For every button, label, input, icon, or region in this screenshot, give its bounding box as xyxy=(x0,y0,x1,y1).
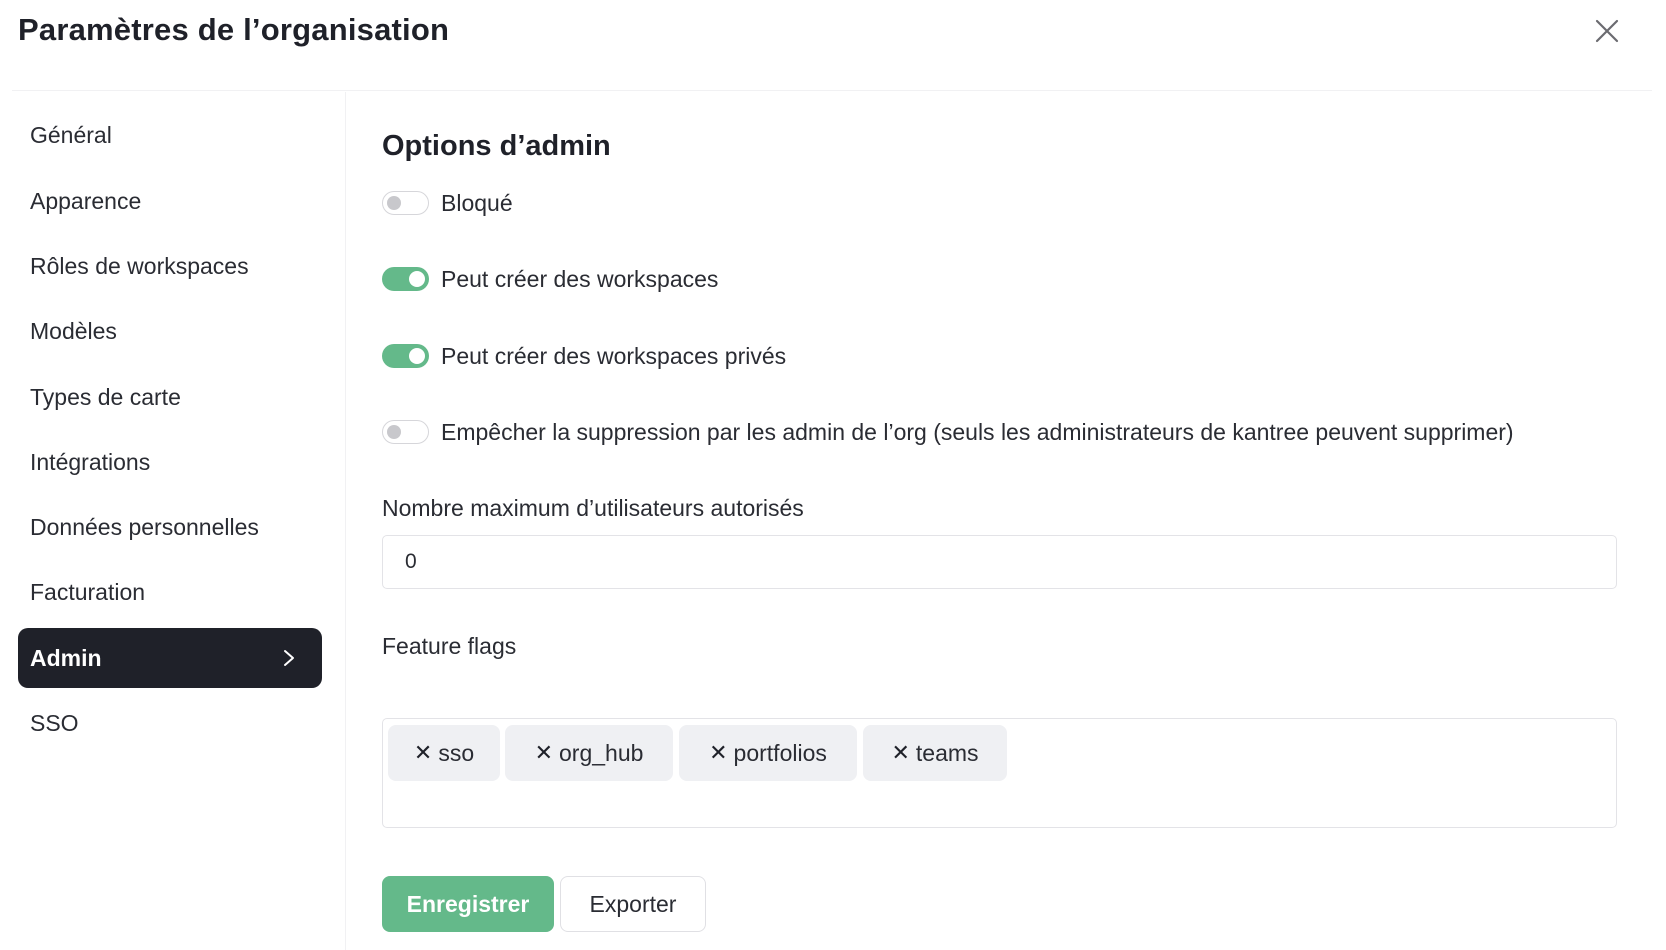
save-button[interactable]: Enregistrer xyxy=(382,876,554,932)
sidebar-item-label: Facturation xyxy=(30,578,146,605)
feature-flags-label: Feature flags xyxy=(382,633,517,659)
chevron-right-icon xyxy=(284,650,294,666)
settings-sidebar: Général Apparence Rôles de workspaces Mo… xyxy=(0,92,346,950)
dialog-title: Paramètres de l’organisation xyxy=(18,12,450,47)
remove-tag-icon[interactable]: ✕ xyxy=(891,740,909,766)
admin-options-panel: Options d’admin Bloqué Peut créer des wo… xyxy=(346,92,1666,950)
can-create-private-workspaces-toggle[interactable] xyxy=(382,344,429,368)
sidebar-item-label: Modèles xyxy=(30,317,117,344)
sidebar-item-sso[interactable]: SSO xyxy=(18,693,322,753)
sidebar-item-label: Admin xyxy=(30,644,102,671)
sidebar-item-label: SSO xyxy=(30,709,79,736)
remove-tag-icon[interactable]: ✕ xyxy=(709,740,727,766)
remove-tag-icon[interactable]: ✕ xyxy=(535,740,553,766)
toggle-label: Peut créer des workspaces xyxy=(441,265,719,292)
sidebar-item-integrations[interactable]: Intégrations xyxy=(18,432,322,492)
sidebar-item-billing[interactable]: Facturation xyxy=(18,562,322,622)
toggle-label: Peut créer des workspaces privés xyxy=(441,342,787,369)
blocked-toggle[interactable] xyxy=(382,191,429,215)
sidebar-item-label: Intégrations xyxy=(30,448,151,475)
tag-label: portfolios xyxy=(733,739,827,766)
max-users-input[interactable] xyxy=(382,535,1617,589)
feature-flag-tag: ✕ portfolios xyxy=(679,725,857,781)
toggle-knob xyxy=(409,271,425,287)
sidebar-item-label: Données personnelles xyxy=(30,513,259,540)
toggle-row-can-create-workspaces: Peut créer des workspaces xyxy=(382,263,718,295)
export-button[interactable]: Exporter xyxy=(560,876,706,932)
max-users-label: Nombre maximum d’utilisateurs autorisés xyxy=(382,495,804,521)
toggle-knob xyxy=(409,348,425,364)
toggle-knob xyxy=(387,425,401,439)
remove-tag-icon[interactable]: ✕ xyxy=(414,740,432,766)
toggle-row-prevent-deletion: Empêcher la suppression par les admin de… xyxy=(382,416,1514,448)
sidebar-item-label: Types de carte xyxy=(30,383,181,410)
header-divider xyxy=(12,90,1652,91)
dialog-header: Paramètres de l’organisation xyxy=(0,0,1666,92)
sidebar-item-appearance[interactable]: Apparence xyxy=(18,171,322,231)
sidebar-item-label: Apparence xyxy=(30,187,142,214)
tag-label: sso xyxy=(438,739,475,766)
sidebar-item-general[interactable]: Général xyxy=(18,105,322,165)
tag-label: org_hub xyxy=(559,739,644,766)
sidebar-item-workspace-roles[interactable]: Rôles de workspaces xyxy=(18,236,322,296)
toggle-row-can-create-private-workspaces: Peut créer des workspaces privés xyxy=(382,340,786,372)
sidebar-item-label: Rôles de workspaces xyxy=(30,252,249,279)
toggle-label: Empêcher la suppression par les admin de… xyxy=(441,418,1514,445)
close-button[interactable] xyxy=(1590,14,1624,48)
section-title: Options d’admin xyxy=(382,130,611,162)
sidebar-item-templates[interactable]: Modèles xyxy=(18,301,322,361)
prevent-deletion-toggle[interactable] xyxy=(382,420,429,444)
sidebar-item-card-types[interactable]: Types de carte xyxy=(18,367,322,427)
feature-flag-tag: ✕ teams xyxy=(863,725,1007,781)
sidebar-item-admin[interactable]: Admin xyxy=(18,628,322,688)
toggle-label: Bloqué xyxy=(441,189,513,216)
feature-flags-input[interactable]: ✕ sso ✕ org_hub ✕ portfolios ✕ teams xyxy=(382,718,1617,828)
toggle-row-blocked: Bloqué xyxy=(382,187,513,219)
feature-flag-tag: ✕ org_hub xyxy=(505,725,673,781)
close-icon xyxy=(1595,19,1619,43)
can-create-workspaces-toggle[interactable] xyxy=(382,267,429,291)
toggle-knob xyxy=(387,196,401,210)
sidebar-item-label: Général xyxy=(30,121,112,148)
feature-flag-tag: ✕ sso xyxy=(388,725,500,781)
sidebar-item-personal-data[interactable]: Données personnelles xyxy=(18,497,322,557)
tag-label: teams xyxy=(915,739,979,766)
